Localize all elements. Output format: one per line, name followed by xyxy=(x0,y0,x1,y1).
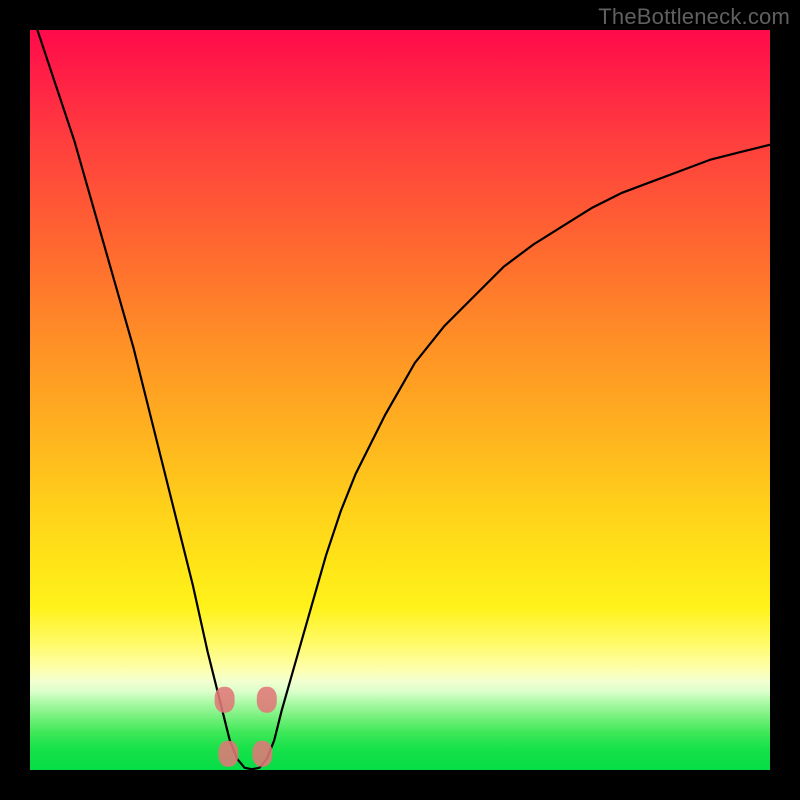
watermark-text: TheBottleneck.com xyxy=(598,4,790,30)
curve-overlay xyxy=(30,30,770,770)
plot-area xyxy=(30,30,770,770)
marker-point xyxy=(215,687,235,713)
bottleneck-curve xyxy=(30,30,770,769)
curve-markers xyxy=(215,687,277,767)
chart-container: TheBottleneck.com xyxy=(0,0,800,800)
marker-point xyxy=(218,741,238,767)
marker-point xyxy=(257,687,277,713)
marker-point xyxy=(252,741,272,767)
